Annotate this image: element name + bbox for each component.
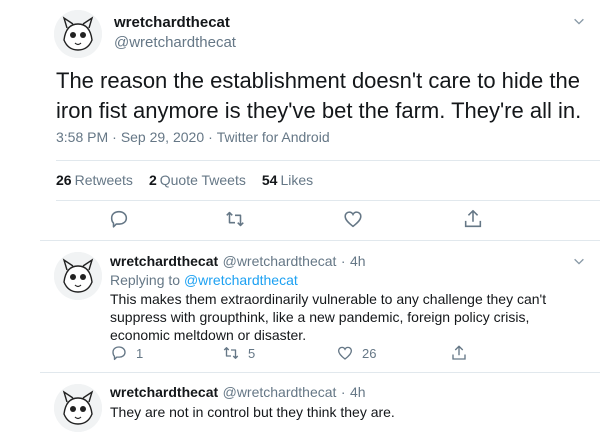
cat-avatar-icon: [54, 384, 102, 432]
reply-age[interactable]: 4h: [350, 253, 366, 269]
separator-dot: ·: [340, 253, 346, 269]
divider: [56, 200, 600, 201]
cat-avatar-icon: [54, 252, 102, 300]
display-name[interactable]: wretchardthecat: [114, 14, 230, 31]
cat-avatar-icon: [54, 10, 102, 58]
separator-dot: ·: [112, 129, 117, 145]
separator-dot: ·: [208, 129, 213, 145]
reply-header: wretchardthecat @wretchardthecat · 4h: [110, 253, 366, 271]
divider: [40, 240, 600, 241]
tweet-client[interactable]: Twitter for Android: [217, 129, 330, 145]
user-handle[interactable]: @wretchardthecat: [223, 384, 337, 400]
reply-count: 1: [136, 345, 144, 361]
tweet-time[interactable]: 3:58 PM: [56, 129, 108, 145]
share-icon[interactable]: [462, 208, 486, 232]
tweet-actions: [56, 208, 546, 238]
replying-to-label: Replying to: [110, 272, 181, 288]
display-name[interactable]: wretchardthecat: [110, 253, 218, 269]
tweet-date[interactable]: Sep 29, 2020: [121, 129, 204, 145]
replying-to: Replying to @wretchardthecat: [110, 272, 298, 288]
chevron-down-icon[interactable]: [572, 254, 586, 271]
reply-text: This makes them extraordinarily vulnerab…: [110, 291, 547, 343]
reply-icon: [112, 346, 126, 361]
retweet-button[interactable]: 5: [222, 344, 255, 362]
reply-icon[interactable]: [108, 208, 132, 232]
like-icon[interactable]: [342, 208, 366, 232]
divider: [56, 160, 600, 161]
share-button[interactable]: [450, 344, 468, 362]
divider: [40, 372, 600, 373]
share-icon: [452, 345, 466, 360]
retweet-icon[interactable]: [224, 208, 248, 232]
user-handle[interactable]: @wretchardthecat: [114, 34, 236, 51]
like-button[interactable]: 26: [336, 344, 376, 362]
separator-dot: ·: [340, 384, 346, 400]
avatar[interactable]: [54, 10, 102, 58]
likes-stat[interactable]: 54 Likes: [262, 172, 313, 188]
retweet-count: 5: [248, 345, 256, 361]
user-handle[interactable]: @wretchardthecat: [223, 253, 337, 269]
tweet-text: The reason the establishment doesn't car…: [56, 68, 582, 123]
reply-actions: 1 5 26: [110, 344, 550, 366]
like-icon: [337, 346, 353, 360]
reply-text: They are not in control but they think t…: [110, 404, 395, 420]
quote-tweets-stat[interactable]: 2 Quote Tweets: [149, 172, 246, 188]
display-name[interactable]: wretchardthecat: [110, 384, 218, 400]
chevron-down-icon[interactable]: [572, 14, 586, 31]
avatar[interactable]: [54, 384, 102, 432]
reply-header: wretchardthecat @wretchardthecat · 4h: [110, 384, 366, 402]
reply-age[interactable]: 4h: [350, 384, 366, 400]
like-count: 26: [362, 345, 377, 361]
reply-button[interactable]: 1: [110, 344, 143, 362]
tweet-stats: 26 Retweets 2 Quote Tweets 54 Likes: [56, 172, 313, 188]
tweet-meta: 3:58 PM · Sep 29, 2020 · Twitter for Android: [56, 129, 330, 145]
retweets-stat[interactable]: 26 Retweets: [56, 172, 133, 188]
avatar[interactable]: [54, 252, 102, 300]
retweet-icon: [223, 347, 239, 359]
replying-to-link[interactable]: @wretchardthecat: [184, 272, 298, 288]
